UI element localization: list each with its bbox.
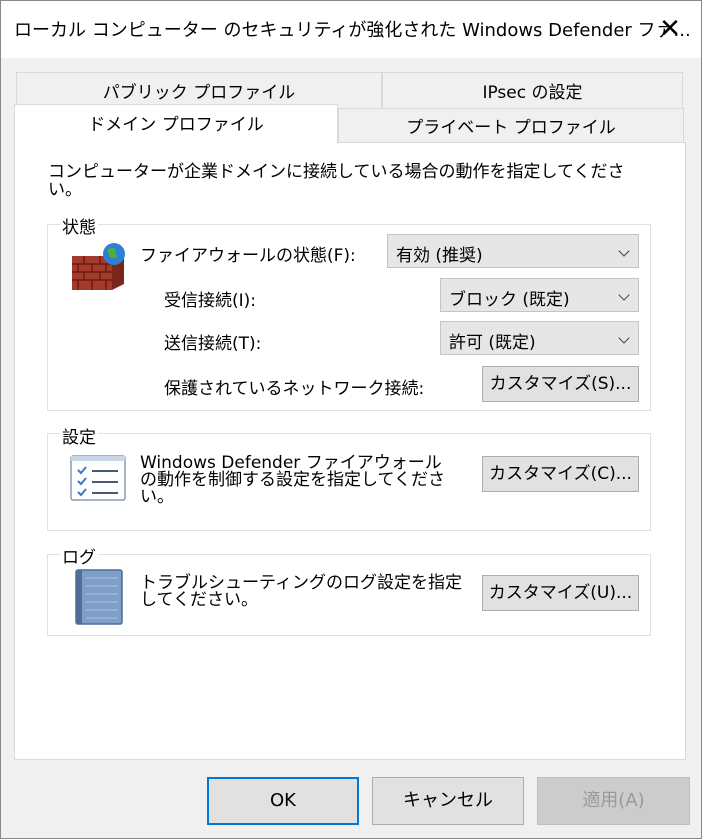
tab-label: IPsec の設定: [482, 83, 583, 103]
inbound-label: 受信接続(I):: [164, 291, 257, 311]
protected-connections-label: 保護されているネットワーク接続:: [164, 379, 425, 399]
tab-domain-profile[interactable]: ドメイン プロファイル: [14, 104, 338, 144]
profile-description: コンピューターが企業ドメインに接続している場合の動作を指定してください。: [48, 162, 625, 200]
tab-ipsec-settings[interactable]: IPsec の設定: [382, 72, 683, 112]
ok-button[interactable]: OK: [207, 777, 359, 825]
customize-protected-connections-button[interactable]: カスタマイズ(S)...: [482, 366, 639, 402]
state-group-title: 状態: [60, 213, 98, 238]
firewall-state-value: 有効 (推奨): [396, 246, 483, 266]
tab-private-profile[interactable]: プライベート プロファイル: [338, 108, 684, 144]
apply-button[interactable]: 適用(A): [537, 777, 690, 825]
tab-label: ドメイン プロファイル: [88, 115, 264, 135]
log-group-title: ログ: [60, 543, 98, 568]
settings-group-title: 設定: [60, 423, 98, 448]
inbound-select[interactable]: ブロック (既定): [440, 278, 639, 312]
firewall-state-select[interactable]: 有効 (推奨): [387, 234, 639, 268]
outbound-select[interactable]: 許可 (既定): [440, 321, 639, 355]
cancel-button[interactable]: キャンセル: [372, 777, 524, 825]
chevron-down-icon: [618, 245, 630, 257]
outbound-value: 許可 (既定): [449, 333, 536, 353]
inbound-value: ブロック (既定): [449, 290, 570, 310]
customize-log-button[interactable]: カスタマイズ(U)...: [482, 575, 639, 611]
chevron-down-icon: [618, 289, 630, 301]
customize-settings-button[interactable]: カスタマイズ(C)...: [482, 456, 639, 492]
settings-description: Windows Defender ファイアウォールの動作を制御する設定を指定して…: [140, 453, 445, 507]
firewall-state-label: ファイアウォールの状態(F):: [140, 246, 356, 266]
log-description: トラブルシューティングのログ設定を指定してください。: [140, 573, 462, 610]
outbound-label: 送信接続(T):: [164, 334, 262, 354]
chevron-down-icon: [618, 332, 630, 344]
checklist-icon: [70, 455, 126, 501]
firewall-icon: [70, 240, 128, 298]
log-notebook-icon: [72, 568, 126, 626]
close-icon[interactable]: ✕: [650, 10, 690, 48]
window-title: ローカル コンピューター のセキュリティが強化された Windows Defen…: [14, 20, 691, 41]
